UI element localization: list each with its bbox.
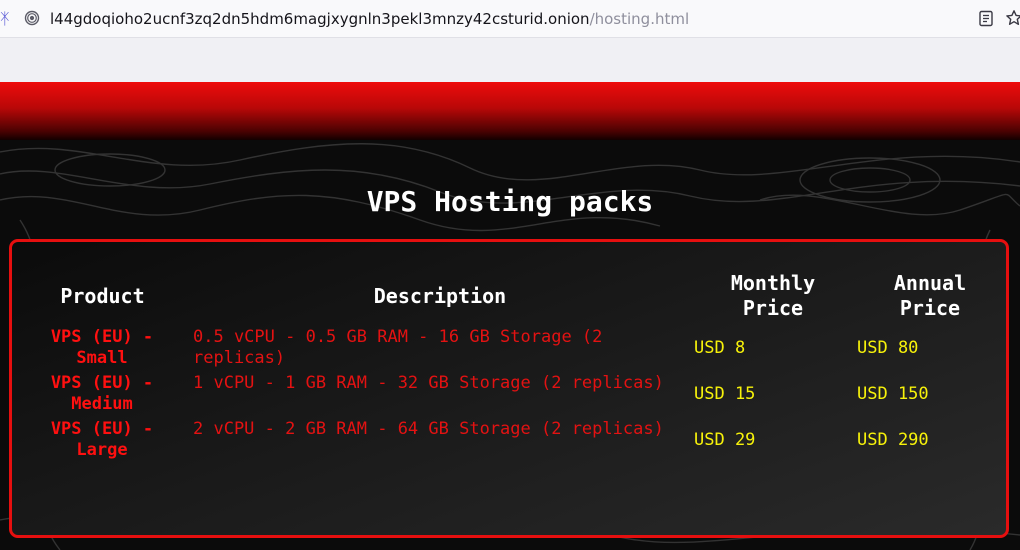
page-title: VPS Hosting packs bbox=[366, 185, 654, 218]
table-row-description: 2 vCPU - 2 GB RAM - 64 GB Storage (2 rep… bbox=[193, 419, 664, 439]
table-row-annual-price: USD 80 bbox=[857, 338, 919, 358]
bookmark-star-icon[interactable] bbox=[1005, 9, 1020, 27]
address-bar[interactable]: ᛡ l44gdoqioho2ucnf3zq2dn5hdm6magjxygnln3… bbox=[0, 0, 1020, 38]
page-viewport: VPS Hosting packs Product Description Mo… bbox=[0, 82, 1020, 550]
table-row-description: 1 vCPU - 1 GB RAM - 32 GB Storage (2 rep… bbox=[193, 373, 664, 393]
header-banner bbox=[0, 82, 1020, 140]
onion-icon[interactable] bbox=[24, 10, 40, 26]
table-row-monthly-price: USD 8 bbox=[694, 338, 746, 358]
table-row-product: VPS (EU) - Small bbox=[50, 327, 154, 368]
table-row-product: VPS (EU) - Large bbox=[50, 419, 154, 460]
browser-toolbar-strip bbox=[0, 38, 1020, 82]
table-row-annual-price: USD 150 bbox=[857, 384, 929, 404]
header-monthly-line2: Price bbox=[742, 296, 804, 320]
url-text[interactable]: l44gdoqioho2ucnf3zq2dn5hdm6magjxygnln3pe… bbox=[50, 9, 689, 29]
table-row-monthly-price: USD 29 bbox=[694, 430, 756, 450]
header-product: Product bbox=[60, 284, 145, 308]
reader-view-icon[interactable] bbox=[978, 10, 994, 27]
header-monthly-price: Monthly Price bbox=[700, 271, 846, 321]
table-row-product: VPS (EU) - Medium bbox=[50, 373, 154, 414]
url-host: l44gdoqioho2ucnf3zq2dn5hdm6magjxygnln3pe… bbox=[50, 10, 590, 28]
header-annual-line1: Annual bbox=[893, 271, 967, 295]
tor-circuit-icon[interactable]: ᛡ bbox=[0, 9, 12, 29]
table-row-description: 0.5 vCPU - 0.5 GB RAM - 16 GB Storage (2… bbox=[193, 327, 603, 368]
table-row-annual-price: USD 290 bbox=[857, 430, 929, 450]
url-path: /hosting.html bbox=[589, 10, 690, 28]
header-description: Description bbox=[373, 284, 507, 308]
header-monthly-line1: Monthly bbox=[730, 271, 816, 295]
header-annual-line2: Price bbox=[899, 296, 961, 320]
header-annual-price: Annual Price bbox=[865, 271, 995, 321]
table-row-monthly-price: USD 15 bbox=[694, 384, 756, 404]
